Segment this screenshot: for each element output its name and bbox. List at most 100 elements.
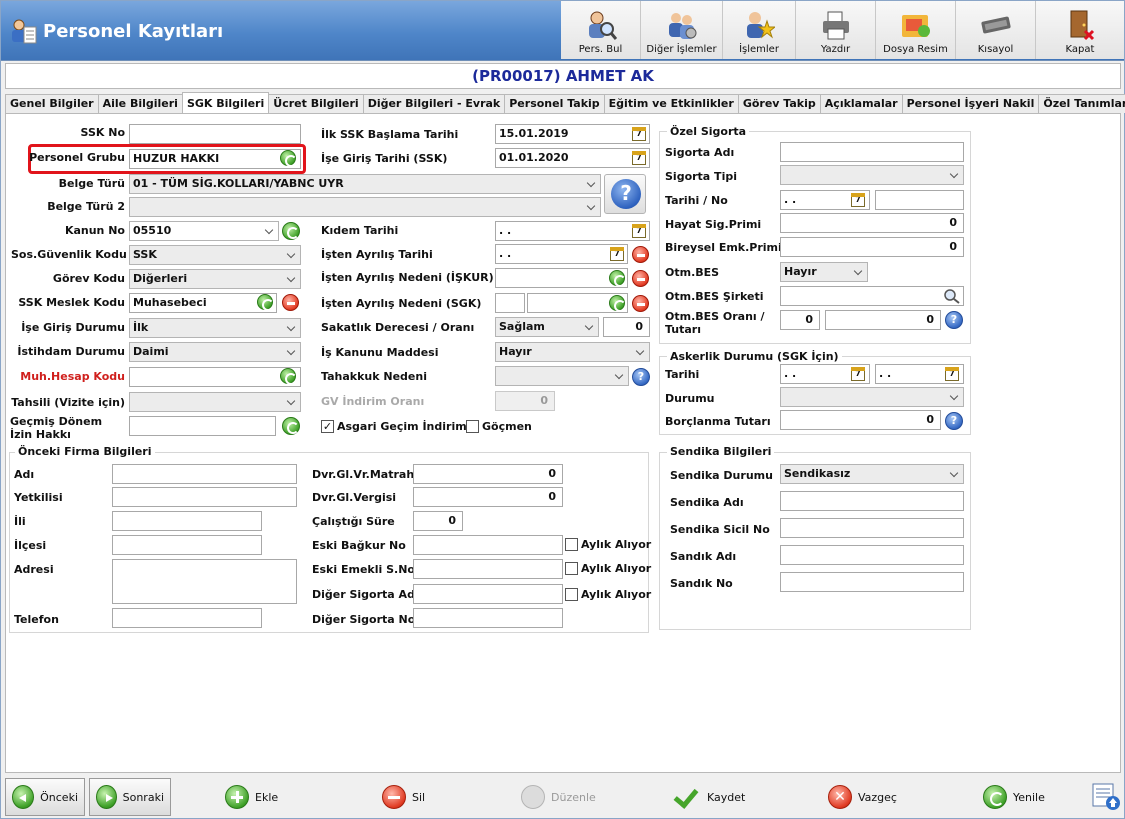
tab-genel-bilgiler[interactable]: Genel Bilgiler (5, 94, 99, 113)
borclanma-input[interactable]: 0 (780, 410, 941, 430)
sakatlik-oran-input[interactable]: 0 (603, 317, 650, 337)
gecmis-izin-add-icon[interactable] (282, 417, 300, 435)
ayrilis-iskur-clear-icon[interactable] (632, 270, 649, 287)
matrah-input[interactable]: 0 (413, 464, 563, 484)
sure-input[interactable]: 0 (413, 511, 463, 531)
sandik-adi-input[interactable] (780, 545, 964, 565)
emekli-aylik-checkbox[interactable] (565, 562, 578, 575)
calendar-icon[interactable]: 7 (945, 367, 959, 381)
tab-personel-takip[interactable]: Personel Takip (504, 94, 605, 113)
kaydet-button[interactable]: Kaydet (673, 778, 745, 816)
onceki-button[interactable]: Önceki (5, 778, 85, 816)
vazgec-button[interactable]: ✕ Vazgeç (828, 778, 897, 816)
firma-adresi-textarea[interactable] (112, 559, 297, 604)
personel-grubu-lookup-icon[interactable] (280, 150, 297, 167)
calendar-icon[interactable]: 7 (851, 193, 865, 207)
tahakkuk-help-icon[interactable]: ? (632, 368, 650, 386)
tab-ucret-bilgileri[interactable]: Ücret Bilgileri (268, 94, 364, 113)
kidem-input[interactable]: . . (495, 221, 650, 241)
firma-adi-input[interactable] (112, 464, 297, 484)
tab-aciklamalar[interactable]: Açıklamalar (819, 94, 903, 113)
otm-oran-input[interactable]: 0 (780, 310, 820, 330)
tahakkuk-select[interactable] (495, 366, 629, 386)
istihdam-select[interactable]: Daimi (129, 342, 301, 362)
otm-tutar-input[interactable]: 0 (825, 310, 941, 330)
bagkur-input[interactable] (413, 535, 563, 555)
ekle-button[interactable]: Ekle (225, 778, 278, 816)
gorev-kodu-select[interactable]: Diğerleri (129, 269, 301, 289)
tab-aile-bilgileri[interactable]: Aile Bilgileri (97, 94, 183, 113)
calendar-icon[interactable]: 7 (632, 127, 646, 141)
calendar-icon[interactable]: 7 (851, 367, 865, 381)
export-icon[interactable] (1091, 781, 1121, 811)
calendar-icon[interactable]: 7 (632, 224, 646, 238)
tab-sgk-bilgileri[interactable]: SGK Bilgileri (181, 92, 270, 113)
sigorta-aylik-checkbox[interactable] (565, 588, 578, 601)
kisayol-button[interactable]: Kısayol (956, 1, 1036, 59)
emekli-input[interactable] (413, 559, 563, 579)
kapat-button[interactable]: Kapat (1036, 1, 1124, 59)
sendika-adi-input[interactable] (780, 491, 964, 511)
ayrilis-iskur-lookup-icon[interactable] (609, 270, 626, 287)
kanun-no-select[interactable]: 05510 (129, 221, 279, 241)
pers-bul-button[interactable]: Pers. Bul (561, 1, 641, 59)
calendar-icon[interactable]: 7 (610, 247, 624, 261)
sonraki-button[interactable]: Sonraki (89, 778, 171, 816)
ssk-meslek-lookup-icon[interactable] (257, 294, 274, 311)
tab-egitim[interactable]: Eğitim ve Etkinlikler (603, 94, 739, 113)
sos-guvenlik-select[interactable]: SSK (129, 245, 301, 265)
gocmen-checkbox[interactable] (466, 420, 479, 433)
sandik-no-input[interactable] (780, 572, 964, 592)
diger-sigorta-no-input[interactable] (413, 608, 563, 628)
tab-gorev-takip[interactable]: Görev Takip (737, 94, 821, 113)
ssk-meslek-clear-icon[interactable] (282, 294, 299, 311)
tahsili-select[interactable] (129, 392, 301, 412)
diger-sigorta-adi-input[interactable] (413, 584, 563, 604)
firma-telefon-input[interactable] (112, 608, 262, 628)
personel-grubu-input[interactable]: HUZUR HAKKI (129, 149, 301, 169)
gv-indirim-input[interactable]: 0 (495, 391, 555, 411)
hayat-input[interactable]: 0 (780, 213, 964, 233)
search-icon[interactable] (943, 288, 961, 304)
islemler-button[interactable]: İşlemler (723, 1, 796, 59)
ozel-no-input[interactable] (875, 190, 964, 210)
sendika-sicil-input[interactable] (780, 518, 964, 538)
muh-hesap-lookup-icon[interactable] (280, 368, 297, 385)
ilk-ssk-input[interactable]: 15.01.2019 (495, 124, 650, 144)
diger-islemler-button[interactable]: Diğer İşlemler (641, 1, 723, 59)
otm-help-icon[interactable]: ? (945, 311, 963, 329)
sakatlik-select[interactable]: Sağlam (495, 317, 599, 337)
isten-ayrilis-input[interactable]: . . (495, 244, 628, 264)
ise-giris-durumu-select[interactable]: İlk (129, 318, 301, 338)
ise-giris-tarihi-input[interactable]: 01.01.2020 (495, 148, 650, 168)
asgari-checkbox[interactable]: ✓ (321, 420, 334, 433)
ssk-meslek-input[interactable]: Muhasebeci (129, 293, 277, 313)
tab-diger-bilgileri[interactable]: Diğer Bilgileri - Evrak (362, 94, 506, 113)
bireysel-input[interactable]: 0 (780, 237, 964, 257)
otm-bes-select[interactable]: Hayır (780, 262, 868, 282)
bagkur-aylik-checkbox[interactable] (565, 538, 578, 551)
ayrilis-sgk-code-input[interactable] (495, 293, 525, 313)
duzenle-button[interactable]: Düzenle (521, 778, 596, 816)
firma-yetkilisi-input[interactable] (112, 487, 297, 507)
ssk-no-input[interactable] (129, 124, 301, 144)
belge-turu-select[interactable]: 01 - TÜM SİG.KOLLARI/YABNC UYR (129, 174, 601, 194)
firma-ili-input[interactable] (112, 511, 262, 531)
isten-ayrilis-clear-icon[interactable] (632, 246, 649, 263)
muh-hesap-input[interactable] (129, 367, 301, 387)
sil-button[interactable]: Sil (382, 778, 425, 816)
dosya-resim-button[interactable]: Dosya Resim (876, 1, 956, 59)
firma-ilcesi-input[interactable] (112, 535, 262, 555)
belge-help-button[interactable]: ? (604, 174, 646, 214)
yazdir-button[interactable]: Yazdır (796, 1, 876, 59)
askerlik-durumu-select[interactable] (780, 387, 964, 407)
calendar-icon[interactable]: 7 (632, 151, 646, 165)
yenile-button[interactable]: Yenile (983, 778, 1045, 816)
borclanma-help-icon[interactable]: ? (945, 412, 963, 430)
otm-sirket-input[interactable] (780, 286, 964, 306)
vergi-input[interactable]: 0 (413, 487, 563, 507)
belge-turu2-select[interactable] (129, 197, 601, 217)
ayrilis-sgk-clear-icon[interactable] (632, 295, 649, 312)
kanun-no-lookup-icon[interactable] (282, 222, 300, 240)
sendika-durum-select[interactable]: Sendikasız (780, 464, 964, 484)
